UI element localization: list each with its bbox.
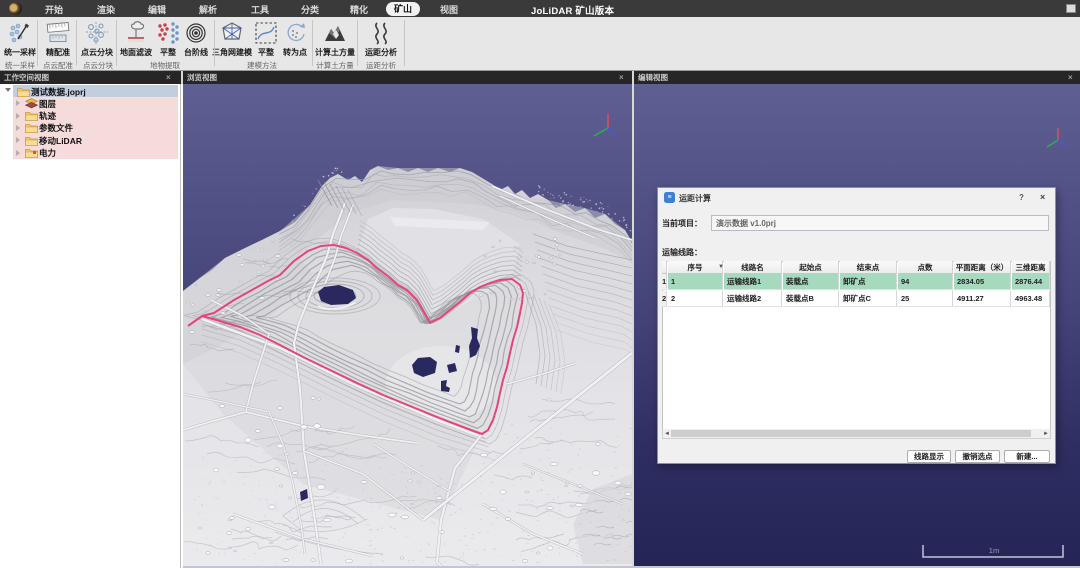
svg-text:1m: 1m xyxy=(989,546,999,555)
